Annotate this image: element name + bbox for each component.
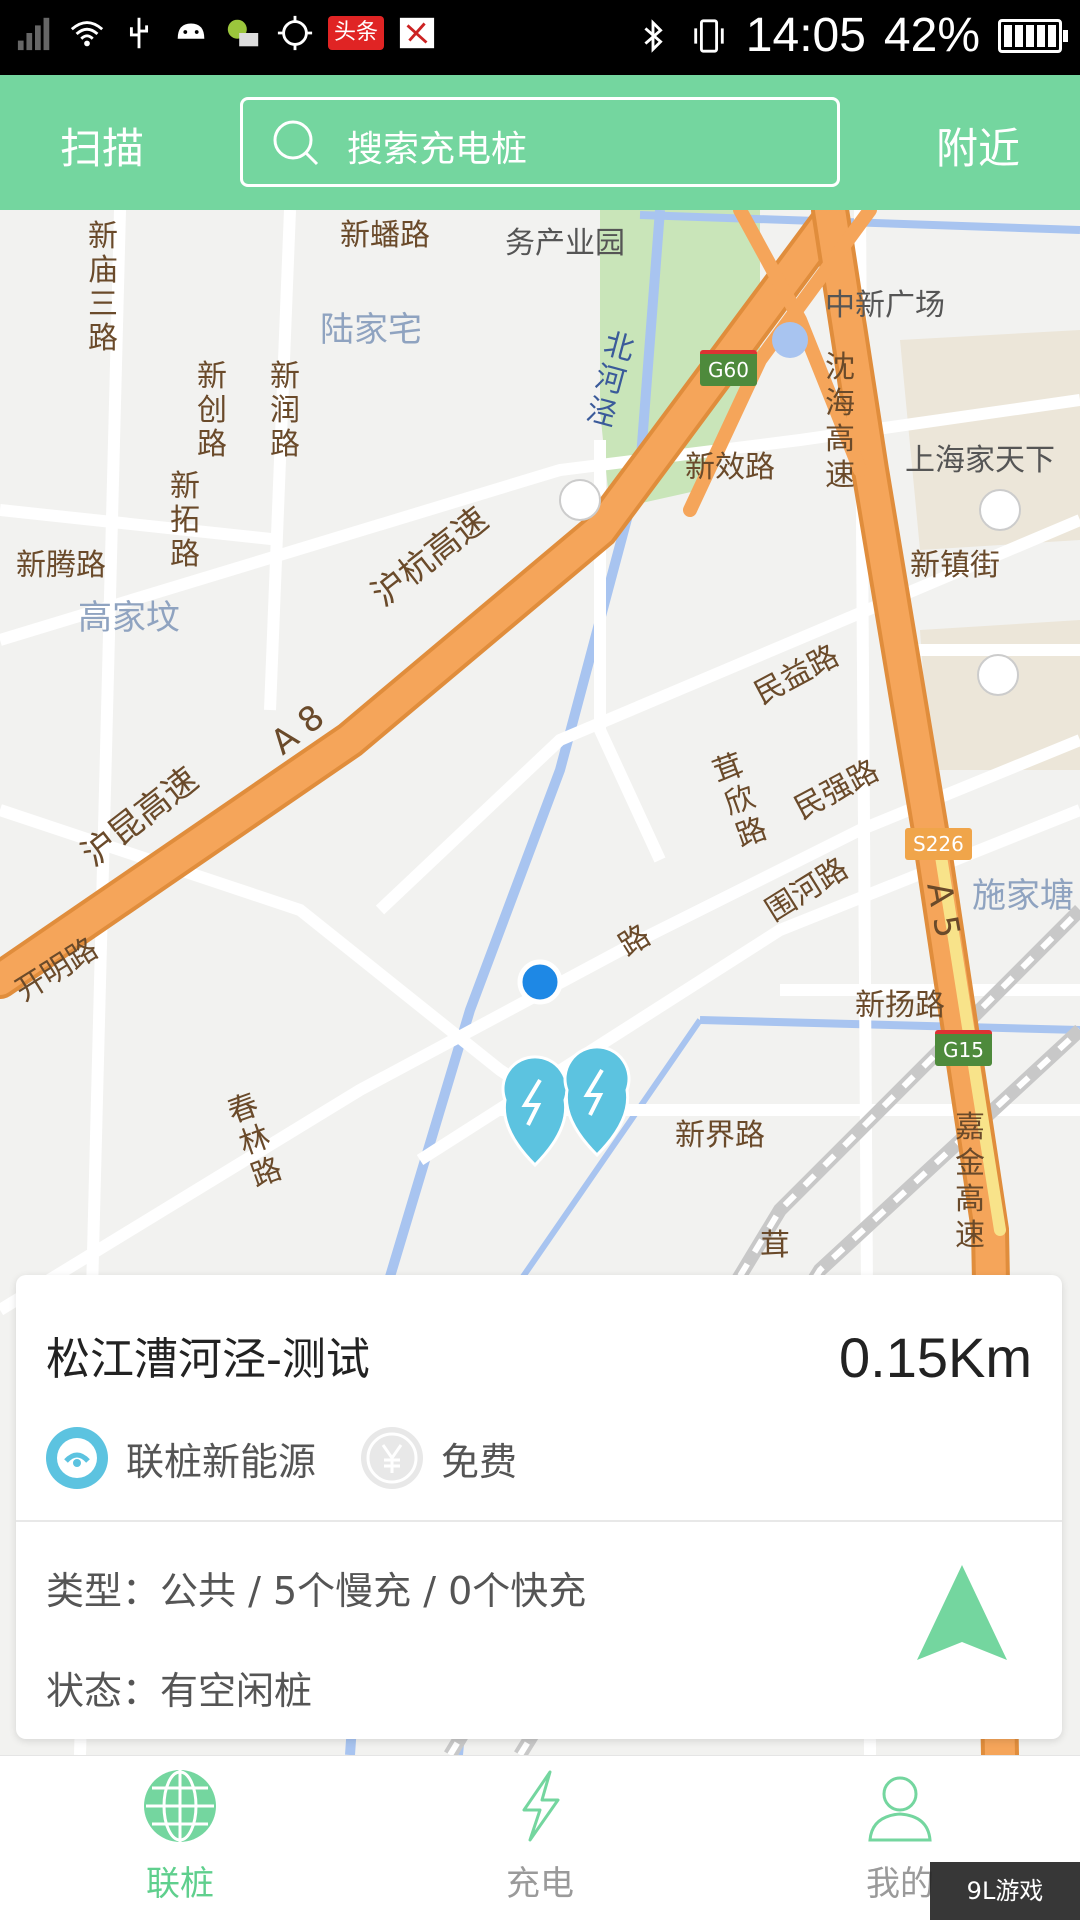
map-label: 施家塘: [972, 876, 1074, 916]
map-label: 陆家宅: [320, 310, 422, 350]
station-card[interactable]: 松江漕河泾-测试 0.15Km 联桩新能源 免费 类型：公共 / 5个慢充 / …: [16, 1275, 1062, 1739]
map-label: 高家坟: [78, 598, 180, 638]
search-placeholder: 搜索充电桩: [347, 129, 528, 170]
map-label: 沈海高速: [825, 350, 855, 493]
map-label: 新庙三路: [88, 219, 118, 356]
scan-button[interactable]: 扫描: [60, 115, 144, 176]
clock: 14:05: [745, 9, 866, 62]
app-header: 扫描 搜索充电桩 附近: [0, 75, 1080, 210]
highway-shield: S226: [905, 828, 972, 860]
road: [0, 504, 281, 546]
search-icon: [273, 120, 319, 166]
android-icon: [177, 23, 205, 39]
map-label: 新润路: [270, 359, 300, 462]
highway-shield: G15: [935, 1030, 992, 1066]
charger-type: 类型：公共 / 5个慢充 / 0个快充: [46, 1569, 587, 1613]
charger-status: 状态：有空闲桩: [46, 1669, 313, 1713]
status-bar: 头条 14:05 42%: [0, 0, 1080, 75]
globe-icon: [144, 1770, 216, 1842]
map-label: 新腾路: [16, 548, 106, 583]
tab-charge[interactable]: 充电: [440, 1766, 640, 1905]
signal-icon: [17, 17, 50, 51]
status-bar-left: 头条: [16, 14, 436, 52]
poi-marker: [977, 654, 1019, 696]
user-icon: [868, 1776, 932, 1842]
status-bar-right: 14:05 42%: [634, 8, 1068, 63]
card-divider: [16, 1520, 1062, 1522]
map-label: 新效路: [685, 450, 775, 485]
app-notification-icon: [399, 17, 435, 49]
fee-text: 免费: [441, 1439, 518, 1484]
map-label: 茸: [760, 1228, 790, 1263]
highway-shield: G60: [700, 350, 757, 386]
tab-lianzhuang[interactable]: 联桩: [80, 1766, 280, 1905]
bottom-nav: 联桩 充电 我的: [0, 1755, 1080, 1921]
yuan-icon: [361, 1427, 423, 1489]
watermark-logo: 9L游戏: [930, 1862, 1080, 1920]
current-location-dot: [517, 959, 563, 1005]
battery-icon: [998, 18, 1068, 53]
navigate-arrow-icon[interactable]: [912, 1560, 1012, 1670]
operator-icon: [46, 1427, 108, 1489]
tab-label: 联桩: [146, 1864, 214, 1904]
operator-name: 联桩新能源: [126, 1439, 317, 1484]
charging-pin-1: [501, 1055, 569, 1168]
map-label: 新扬路: [855, 988, 945, 1023]
bluetooth-icon: [644, 18, 663, 53]
lightning-icon: [522, 1770, 560, 1842]
search-box[interactable]: 搜索充电桩: [240, 97, 840, 187]
wifi-icon: [70, 21, 104, 47]
toutiao-badge: 头条: [328, 16, 385, 50]
map-label: 上海家天下: [905, 443, 1055, 478]
battery-percent: 42%: [883, 9, 980, 62]
station-name: 松江漕河泾-测试: [46, 1334, 370, 1385]
pond: [772, 322, 808, 358]
map-label: 新蟠路: [340, 218, 430, 253]
map-label: 嘉金高速: [955, 1110, 985, 1253]
map-label: 新界路: [675, 1118, 765, 1153]
map-label: 新创路: [197, 359, 227, 462]
poi-marker: [559, 479, 601, 521]
fee-row: 免费: [361, 1427, 517, 1489]
map-label: 新镇街: [910, 548, 1000, 583]
mail-icon: [227, 19, 259, 47]
operator-row: 联桩新能源: [46, 1427, 316, 1489]
nearby-button[interactable]: 附近: [936, 115, 1020, 176]
map-label: 务产业园: [505, 226, 625, 261]
tab-label: 充电: [506, 1864, 574, 1904]
map-label: 中新广场: [825, 288, 945, 323]
gps-icon: [277, 15, 313, 51]
usb-icon: [129, 17, 149, 49]
map-label: 新拓路: [170, 469, 200, 572]
station-distance: 0.15Km: [839, 1326, 1032, 1389]
vibrate-icon: [694, 18, 724, 53]
poi-marker: [979, 489, 1021, 531]
